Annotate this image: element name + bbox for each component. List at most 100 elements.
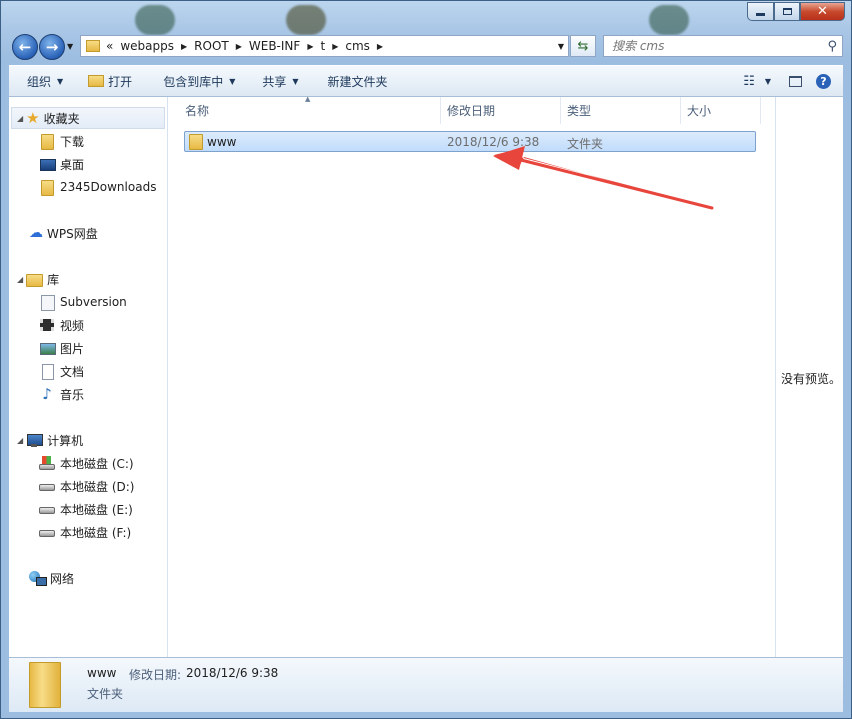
nav-item-music[interactable]: ♪ 音乐 <box>39 384 84 404</box>
nav-item-documents[interactable]: 文档 <box>39 361 84 381</box>
chevron-down-icon: ▼ <box>764 76 771 86</box>
breadcrumb-separator-icon[interactable]: ▶ <box>307 42 313 51</box>
desktop-icon <box>39 156 56 172</box>
include-label: 包含到库中 <box>163 74 224 89</box>
nav-item-label: 文档 <box>60 364 85 379</box>
refresh-icon: ⇆ <box>577 38 589 54</box>
system-drive-icon <box>39 455 55 471</box>
nav-item-drive-e[interactable]: 本地磁盘 (E:) <box>39 499 133 519</box>
desktop-icon-blur <box>135 5 175 35</box>
breadcrumb-item[interactable]: cms <box>345 39 370 53</box>
nav-item-label: 音乐 <box>60 387 85 402</box>
nav-wps-cloud[interactable]: ☁ WPS网盘 <box>29 223 98 243</box>
drive-icon <box>39 478 55 494</box>
nav-item-label: 本地磁盘 (F:) <box>60 525 132 540</box>
nav-network[interactable]: 网络 <box>29 568 74 588</box>
new-folder-button[interactable]: 新建文件夹 <box>308 66 397 96</box>
nav-item-pictures[interactable]: 图片 <box>39 338 84 358</box>
nav-item-label: WPS网盘 <box>47 226 98 241</box>
video-icon <box>39 317 55 333</box>
music-icon: ♪ <box>42 385 52 403</box>
search-icon[interactable]: ⚲ <box>827 39 837 54</box>
chevron-down-icon: ▼ <box>67 42 74 51</box>
expand-arrow-icon: ◢ <box>17 113 24 123</box>
breadcrumb-item[interactable]: webapps <box>120 39 174 53</box>
recent-pages-dropdown[interactable]: ▼ <box>67 42 73 51</box>
nav-item-drive-c[interactable]: 本地磁盘 (C:) <box>39 453 134 473</box>
share-menu[interactable]: 共享 ▼ <box>244 66 307 96</box>
details-modified-label: 修改日期: <box>129 668 182 682</box>
network-icon <box>29 570 47 586</box>
folder-icon <box>86 40 100 52</box>
breadcrumb-separator-icon[interactable]: ▶ <box>377 42 383 51</box>
nav-item-drive-d[interactable]: 本地磁盘 (D:) <box>39 476 134 496</box>
nav-item-label: 2345Downloads <box>60 180 157 194</box>
forward-button[interactable]: → <box>39 34 65 60</box>
organize-menu[interactable]: 组织 ▼ <box>9 66 72 96</box>
preview-pane-button[interactable] <box>775 66 810 96</box>
caption-buttons: ✕ <box>747 2 845 21</box>
breadcrumb-overflow[interactable]: « <box>106 39 113 53</box>
breadcrumb-separator-icon[interactable]: ▶ <box>332 42 338 51</box>
refresh-button[interactable]: ⇆ <box>570 35 596 57</box>
nav-libraries[interactable]: ◢ 库 <box>17 269 59 289</box>
folder-open-icon <box>88 75 105 87</box>
maximize-button[interactable] <box>774 2 800 21</box>
back-button[interactable]: ← <box>12 34 38 60</box>
nav-item-label: 本地磁盘 (D:) <box>60 479 135 494</box>
new-folder-label: 新建文件夹 <box>327 74 388 89</box>
details-name: www <box>87 666 117 680</box>
library-icon <box>26 271 44 287</box>
expand-arrow-icon: ◢ <box>17 274 24 284</box>
nav-item-desktop[interactable]: 桌面 <box>39 154 84 174</box>
nav-favorites[interactable]: ◢ ★ 收藏夹 <box>17 108 80 128</box>
arrow-right-icon: → <box>45 38 59 56</box>
nav-item-drive-f[interactable]: 本地磁盘 (F:) <box>39 522 131 542</box>
view-options-button[interactable]: ☷ ▼ <box>739 66 775 96</box>
minimize-icon <box>756 13 765 16</box>
breadcrumb: webapps ▶ ROOT ▶ WEB-INF ▶ t ▶ cms ▶ <box>120 39 390 53</box>
nav-item-label: 桌面 <box>60 157 85 172</box>
search-input[interactable] <box>604 38 828 54</box>
close-icon: ✕ <box>817 4 828 19</box>
nav-item-downloads[interactable]: 下载 <box>39 131 84 151</box>
details-pane: www 修改日期: 2018/12/6 9:38 文件夹 <box>9 657 843 712</box>
address-bar[interactable]: « webapps ▶ ROOT ▶ WEB-INF ▶ t ▶ cms ▶ ▼ <box>80 35 569 57</box>
file-list: ▲ 名称 修改日期 类型 大小 www 2018/12/6 9:38 文件夹 <box>168 95 775 657</box>
nav-item-2345downloads[interactable]: 2345Downloads <box>39 177 156 197</box>
maximize-icon <box>782 8 792 15</box>
cloud-icon: ☁ <box>29 225 43 241</box>
address-dropdown-icon[interactable]: ▼ <box>558 42 564 51</box>
nav-item-label: 下载 <box>60 134 85 149</box>
annotation-arrow <box>493 146 714 210</box>
drive-icon <box>39 524 55 540</box>
nav-favorites-label: 收藏夹 <box>43 111 80 126</box>
nav-item-label: Subversion <box>60 295 127 309</box>
view-list-icon: ☷ <box>743 73 755 89</box>
chevron-down-icon: ▼ <box>292 76 299 86</box>
help-button[interactable]: ? <box>810 66 843 96</box>
preview-pane: 没有预览。 <box>775 97 843 657</box>
minimize-button[interactable] <box>747 2 774 21</box>
nav-item-videos[interactable]: 视频 <box>39 315 84 335</box>
breadcrumb-item[interactable]: ROOT <box>194 39 229 53</box>
close-button[interactable]: ✕ <box>800 2 845 21</box>
preview-pane-icon <box>789 75 802 87</box>
include-in-library-menu[interactable]: 包含到库中 ▼ <box>141 66 244 96</box>
breadcrumb-item[interactable]: t <box>320 39 325 53</box>
chevron-down-icon: ▼ <box>57 76 64 86</box>
breadcrumb-separator-icon[interactable]: ▶ <box>181 42 187 51</box>
document-library-icon <box>39 294 55 311</box>
open-label: 打开 <box>108 74 133 89</box>
nav-item-subversion[interactable]: Subversion <box>39 292 127 312</box>
desktop-icon-blur <box>286 5 326 35</box>
nav-libraries-label: 库 <box>47 272 60 287</box>
download-folder-icon <box>39 133 55 150</box>
desktop-icon-blur <box>649 5 689 35</box>
breadcrumb-item[interactable]: WEB-INF <box>249 39 300 53</box>
details-modified-value: 2018/12/6 9:38 <box>186 666 279 680</box>
search-box[interactable]: ⚲ <box>603 35 843 57</box>
nav-computer[interactable]: ◢ 计算机 <box>17 430 83 450</box>
breadcrumb-separator-icon[interactable]: ▶ <box>236 42 242 51</box>
open-button[interactable]: 打开 <box>72 66 141 96</box>
